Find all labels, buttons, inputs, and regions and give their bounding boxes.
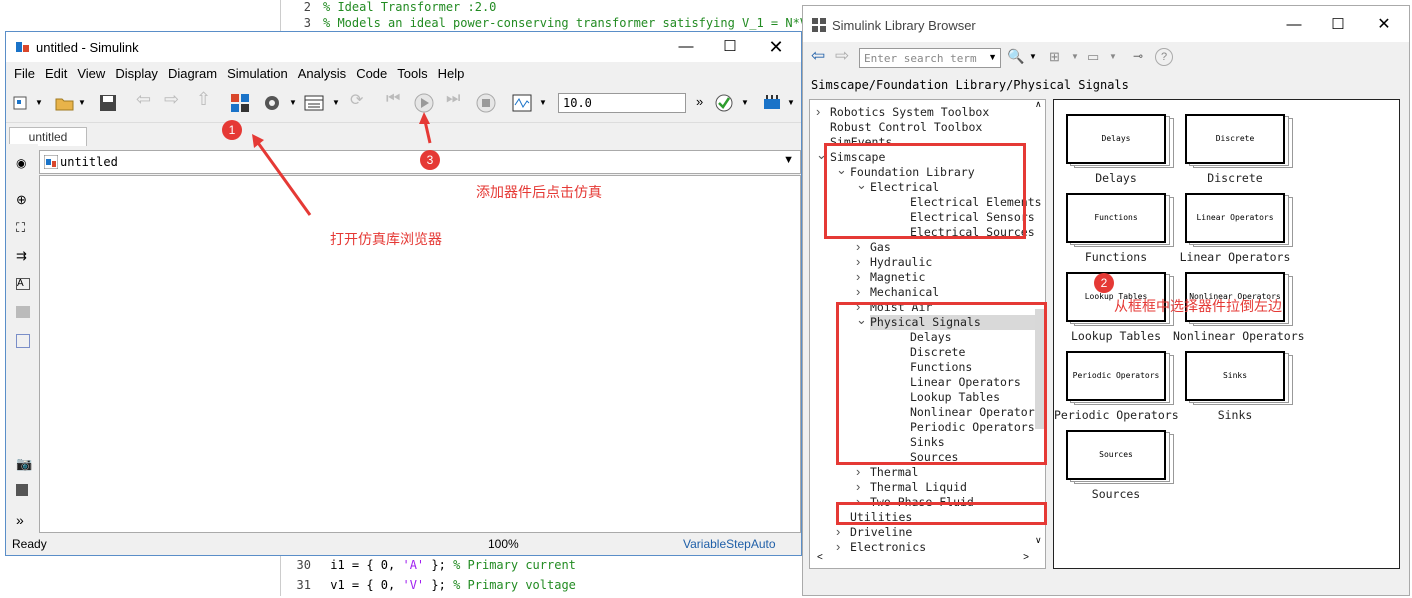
annotation-run-sim: 添加器件后点击仿真	[476, 184, 602, 200]
badge-1: 1	[222, 120, 242, 140]
badge-2: 2	[1094, 273, 1114, 293]
annotation-drag-blocks: 从框框中选择器件拉倒左边	[1114, 298, 1282, 314]
badge-3: 3	[420, 150, 440, 170]
annotation-open-library: 打开仿真库浏览器	[330, 231, 442, 247]
